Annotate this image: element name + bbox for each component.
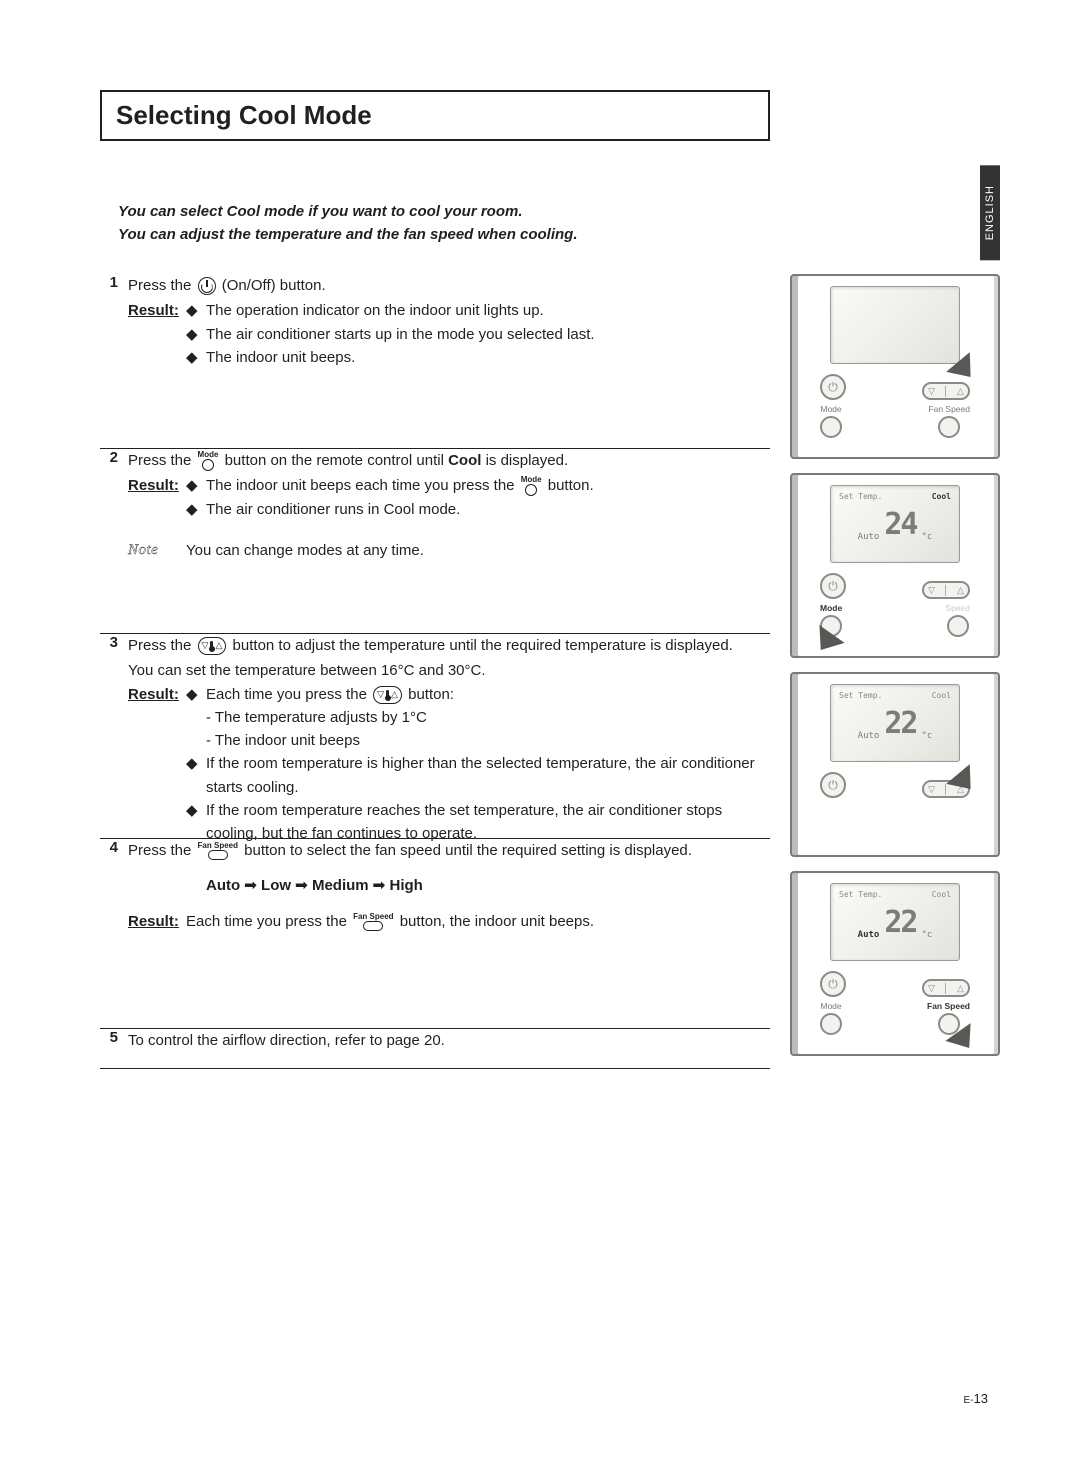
result-label: Result: bbox=[128, 474, 186, 521]
power-button-icon: ⏻ bbox=[820, 374, 846, 400]
page-title-bar: Selecting Cool Mode bbox=[100, 90, 770, 141]
page-title: Selecting Cool Mode bbox=[116, 100, 754, 131]
fan-speed-sequence: Auto ➟ Low ➟ Medium ➟ High bbox=[206, 874, 770, 897]
power-button-icon: ⏻ bbox=[820, 772, 846, 798]
temp-adjust-icon: ▽│△ bbox=[922, 382, 970, 400]
temp-adjust-icon: ▽△ bbox=[373, 686, 402, 704]
intro-line: You can select Cool mode if you want to … bbox=[118, 201, 1000, 224]
temp-adjust-icon: ▽│△ bbox=[922, 581, 970, 599]
step-2: 2 Press the Mode button on the remote co… bbox=[100, 449, 770, 634]
step-5: 5 To control the airflow direction, refe… bbox=[100, 1029, 770, 1069]
mode-button-icon bbox=[820, 1013, 842, 1035]
fan-speed-button-icon: Fan Speed bbox=[353, 913, 393, 931]
fan-speed-button-icon bbox=[938, 416, 960, 438]
page-number: E-13 bbox=[964, 1391, 988, 1406]
note-label: Note bbox=[128, 539, 186, 562]
power-button-icon: ⏻ bbox=[820, 971, 846, 997]
manual-page: Selecting Cool Mode ENGLISH You can sele… bbox=[0, 0, 1080, 1466]
language-tab: ENGLISH bbox=[980, 165, 1000, 260]
steps-column: 1 Press the (On/Off) button. Result: ◆Th… bbox=[100, 274, 770, 1069]
step-number: 3 bbox=[100, 634, 128, 828]
step-number: 1 bbox=[100, 274, 128, 438]
step-4: 4 Press the Fan Speed button to select t… bbox=[100, 839, 770, 1029]
display-temp: 24 bbox=[884, 507, 916, 542]
result-label: Result: bbox=[128, 299, 186, 369]
step-number: 5 bbox=[100, 1029, 128, 1058]
result-label: Result: bbox=[128, 683, 186, 846]
temp-adjust-icon: ▽△ bbox=[198, 637, 227, 655]
result-label: Result: bbox=[128, 910, 186, 933]
display-temp: 22 bbox=[884, 905, 916, 940]
mode-button-icon: Mode bbox=[198, 451, 219, 471]
remote-illustration-4: Set Temp.Cool Auto 22°c ⏻ ▽│△ Mode Fan S… bbox=[790, 871, 1000, 1056]
remote-illustration-3: Set Temp.Cool Auto 22°c ⏻ ▽│△ bbox=[790, 672, 1000, 857]
step-number: 4 bbox=[100, 839, 128, 1018]
mode-button-icon: Mode bbox=[521, 476, 542, 496]
step-1: 1 Press the (On/Off) button. Result: ◆Th… bbox=[100, 274, 770, 449]
power-icon bbox=[198, 277, 216, 295]
remote-illustration-1: ⏻ ▽│△ Mode Fan Speed bbox=[790, 274, 1000, 459]
intro-line: You can adjust the temperature and the f… bbox=[118, 224, 1000, 247]
step-number: 2 bbox=[100, 449, 128, 623]
intro-text: You can select Cool mode if you want to … bbox=[118, 201, 1000, 246]
temp-adjust-icon: ▽│△ bbox=[922, 979, 970, 997]
remote-illustration-2: Set Temp.Cool Auto 24°c ⏻ ▽│△ Mode Speed bbox=[790, 473, 1000, 658]
display-temp: 22 bbox=[884, 706, 916, 741]
step-3: 3 Press the ▽△ button to adjust the temp… bbox=[100, 634, 770, 839]
power-button-icon: ⏻ bbox=[820, 573, 846, 599]
illustrations-column: ⏻ ▽│△ Mode Fan Speed Set Temp.Cool Auto … bbox=[790, 274, 1000, 1069]
fan-speed-button-icon: Fan Speed bbox=[198, 842, 238, 860]
fan-speed-button-icon bbox=[947, 615, 969, 637]
mode-button-icon bbox=[820, 416, 842, 438]
